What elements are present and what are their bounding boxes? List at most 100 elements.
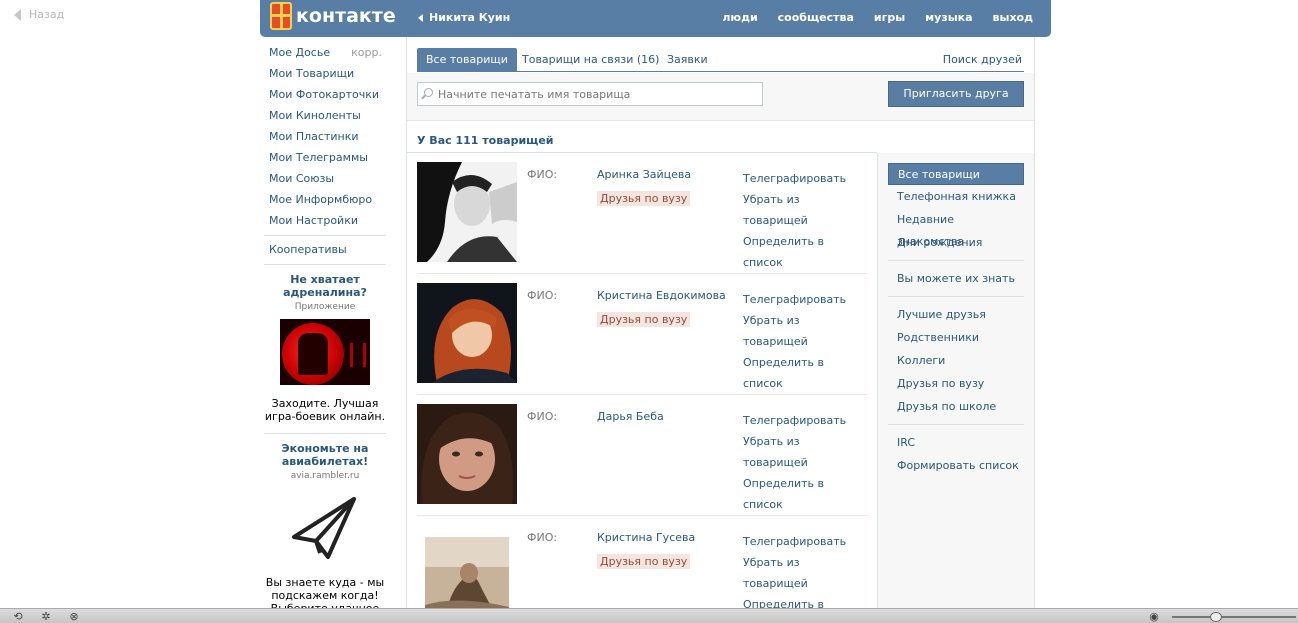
filter-divider bbox=[888, 260, 1024, 261]
tab-requests[interactable]: Заявки bbox=[658, 48, 717, 71]
friend-photo[interactable] bbox=[417, 162, 517, 262]
paper-plane-icon[interactable] bbox=[290, 495, 360, 561]
filter-relatives[interactable]: Родственники bbox=[888, 327, 1024, 349]
ad-soldier-silhouette bbox=[298, 333, 328, 375]
share-icon[interactable]: ✲ bbox=[40, 611, 52, 622]
zoom-slider-knob[interactable] bbox=[1210, 612, 1222, 622]
filter-birthdays[interactable]: Дни рождения bbox=[888, 232, 1024, 254]
sidebar-item-friends[interactable]: Мои Товарищи bbox=[260, 63, 390, 84]
friend-name[interactable]: Аринка Зайцева bbox=[597, 168, 691, 181]
friend-name[interactable]: Кристина Евдокимова bbox=[597, 289, 726, 302]
friend-group-badge: Друзья по вузу bbox=[597, 554, 691, 569]
sidebar-item-audio[interactable]: Мои Пластинки bbox=[260, 126, 390, 147]
ad-title[interactable]: Экономьте на авиабилетах! bbox=[264, 442, 386, 468]
friend-actions: Телеграфировать Убрать из товарищей Опре… bbox=[743, 531, 867, 609]
add-to-list-link[interactable]: Определить в список bbox=[743, 473, 867, 515]
sidebar-item-videos[interactable]: Мои Киноленты bbox=[260, 105, 390, 126]
nav-logout[interactable]: выход bbox=[993, 11, 1033, 24]
ad-block-flights[interactable]: Экономьте на авиабилетах! avia.rambler.r… bbox=[260, 437, 390, 621]
sidebar-item-settings[interactable]: Мои Настройки bbox=[260, 210, 390, 231]
zoom-icon[interactable]: ◉ bbox=[1148, 611, 1160, 622]
refresh-icon[interactable]: ⟲ bbox=[12, 611, 24, 622]
add-to-list-link[interactable]: Определить в список bbox=[743, 352, 867, 394]
sidebar-edit-link[interactable]: корр. bbox=[351, 42, 382, 63]
remove-friend-link[interactable]: Убрать из товарищей bbox=[743, 310, 867, 352]
friend-photo[interactable] bbox=[417, 283, 517, 383]
filter-phone-book[interactable]: Телефонная книжка bbox=[888, 186, 1024, 208]
back-link[interactable]: Назад bbox=[14, 8, 64, 21]
friend-group-badge: Друзья по вузу bbox=[597, 191, 691, 206]
filter-university[interactable]: Друзья по вузу bbox=[888, 373, 1024, 395]
nav-games[interactable]: игры bbox=[874, 11, 905, 24]
filter-recent[interactable]: Недавние знакомства bbox=[888, 209, 1024, 248]
remove-friend-link[interactable]: Убрать из товарищей bbox=[743, 431, 867, 473]
friend-actions: Телеграфировать Убрать из товарищей Опре… bbox=[743, 410, 867, 515]
back-label: Назад bbox=[29, 8, 65, 21]
sidebar-divider bbox=[264, 433, 386, 434]
search-input[interactable] bbox=[438, 83, 758, 105]
tab-online-friends[interactable]: Товарищи на связи (16) bbox=[513, 48, 668, 71]
nav-people[interactable]: люди bbox=[722, 11, 757, 24]
current-user-link[interactable]: Никита Куин bbox=[418, 11, 510, 24]
sidebar-item-profile[interactable]: Мое Досье корр. bbox=[260, 42, 390, 63]
logo[interactable]: контакте bbox=[270, 2, 396, 30]
back-arrow-icon bbox=[418, 13, 423, 22]
browser-status-bar: ⟲ ✲ ⊗ ◉ bbox=[0, 608, 1298, 623]
ad-subtitle: Приложение bbox=[294, 302, 356, 312]
send-message-link[interactable]: Телеграфировать bbox=[743, 410, 867, 431]
search-field[interactable] bbox=[417, 82, 763, 106]
fio-label: ФИО: bbox=[527, 410, 558, 423]
filter-school[interactable]: Друзья по школе bbox=[888, 396, 1024, 418]
top-header: контакте Никита Куин люди сообщества игр… bbox=[260, 0, 1051, 37]
remove-friend-link[interactable]: Убрать из товарищей bbox=[743, 552, 867, 594]
settings-icon[interactable]: ⊗ bbox=[68, 611, 80, 622]
add-to-list-link[interactable]: Определить в список bbox=[743, 594, 867, 609]
filter-best-friends[interactable]: Лучшие друзья bbox=[888, 304, 1024, 326]
filter-all-friends[interactable]: Все товарищи bbox=[888, 163, 1024, 185]
sidebar-item-cooperatives[interactable]: Кооперативы bbox=[260, 239, 390, 260]
top-nav: люди сообщества игры музыка выход bbox=[722, 11, 1033, 24]
send-message-link[interactable]: Телеграфировать bbox=[743, 531, 867, 552]
tab-all-friends[interactable]: Все товарищи bbox=[417, 48, 517, 71]
ad-game-image[interactable] bbox=[280, 319, 370, 385]
filter-irc[interactable]: IRC bbox=[888, 432, 1024, 454]
filter-suggestions[interactable]: Вы можете их знать bbox=[888, 268, 1024, 290]
sidebar-item-messages[interactable]: Мои Телеграммы bbox=[260, 147, 390, 168]
friends-list: ФИО: Аринка Зайцева Друзья по вузу Телег… bbox=[407, 153, 877, 609]
send-message-link[interactable]: Телеграфировать bbox=[743, 168, 867, 189]
sidebar-item-groups[interactable]: Мои Союзы bbox=[260, 168, 390, 189]
nav-music[interactable]: музыка bbox=[925, 11, 972, 24]
remove-friend-link[interactable]: Убрать из товарищей bbox=[743, 189, 867, 231]
friend-name[interactable]: Дарья Беба bbox=[597, 410, 664, 423]
sidebar-item-news[interactable]: Мое Информбюро bbox=[260, 189, 390, 210]
sidebar-item-label: Мое Досье bbox=[269, 46, 331, 59]
friend-group-badge: Друзья по вузу bbox=[597, 312, 691, 327]
back-arrow-icon bbox=[14, 8, 21, 21]
nav-communities[interactable]: сообщества bbox=[778, 11, 854, 24]
list-item: ФИО: Аринка Зайцева Друзья по вузу Телег… bbox=[417, 153, 867, 274]
fio-label: ФИО: bbox=[527, 168, 558, 181]
friend-actions: Телеграфировать Убрать из товарищей Опре… bbox=[743, 168, 867, 273]
ad-bars bbox=[350, 343, 366, 367]
send-message-link[interactable]: Телеграфировать bbox=[743, 289, 867, 310]
friend-name[interactable]: Кристина Гусева bbox=[597, 531, 695, 544]
add-to-list-link[interactable]: Определить в список bbox=[743, 231, 867, 273]
sidebar-item-photos[interactable]: Мои Фотокарточки bbox=[260, 84, 390, 105]
list-item: ФИО: Кристина Гусева Друзья по вузу Теле… bbox=[417, 516, 867, 609]
filter-divider bbox=[888, 296, 1024, 297]
ad-subtitle: avia.rambler.ru bbox=[290, 471, 360, 481]
friend-photo[interactable] bbox=[417, 404, 517, 504]
sidebar-divider bbox=[264, 235, 386, 236]
sidebar-divider bbox=[264, 264, 386, 265]
friend-actions: Телеграфировать Убрать из товарищей Опре… bbox=[743, 289, 867, 394]
list-item: ФИО: Кристина Евдокимова Друзья по вузу … bbox=[417, 274, 867, 395]
zoom-slider-track[interactable] bbox=[1172, 616, 1296, 618]
ad-title[interactable]: Не хватает адреналина? bbox=[264, 273, 386, 299]
invite-friend-button[interactable]: Пригласить друга bbox=[888, 81, 1024, 107]
friend-photo[interactable] bbox=[417, 525, 517, 609]
list-item: ФИО: Дарья Беба Телеграфировать Убрать и… bbox=[417, 395, 867, 516]
create-list-link[interactable]: Формировать список bbox=[888, 455, 1024, 477]
find-friends-link[interactable]: Поиск друзей bbox=[943, 48, 1022, 71]
ad-block-game[interactable]: Не хватает адреналина? Приложение Заходи… bbox=[260, 268, 390, 429]
filter-colleagues[interactable]: Коллеги bbox=[888, 350, 1024, 372]
